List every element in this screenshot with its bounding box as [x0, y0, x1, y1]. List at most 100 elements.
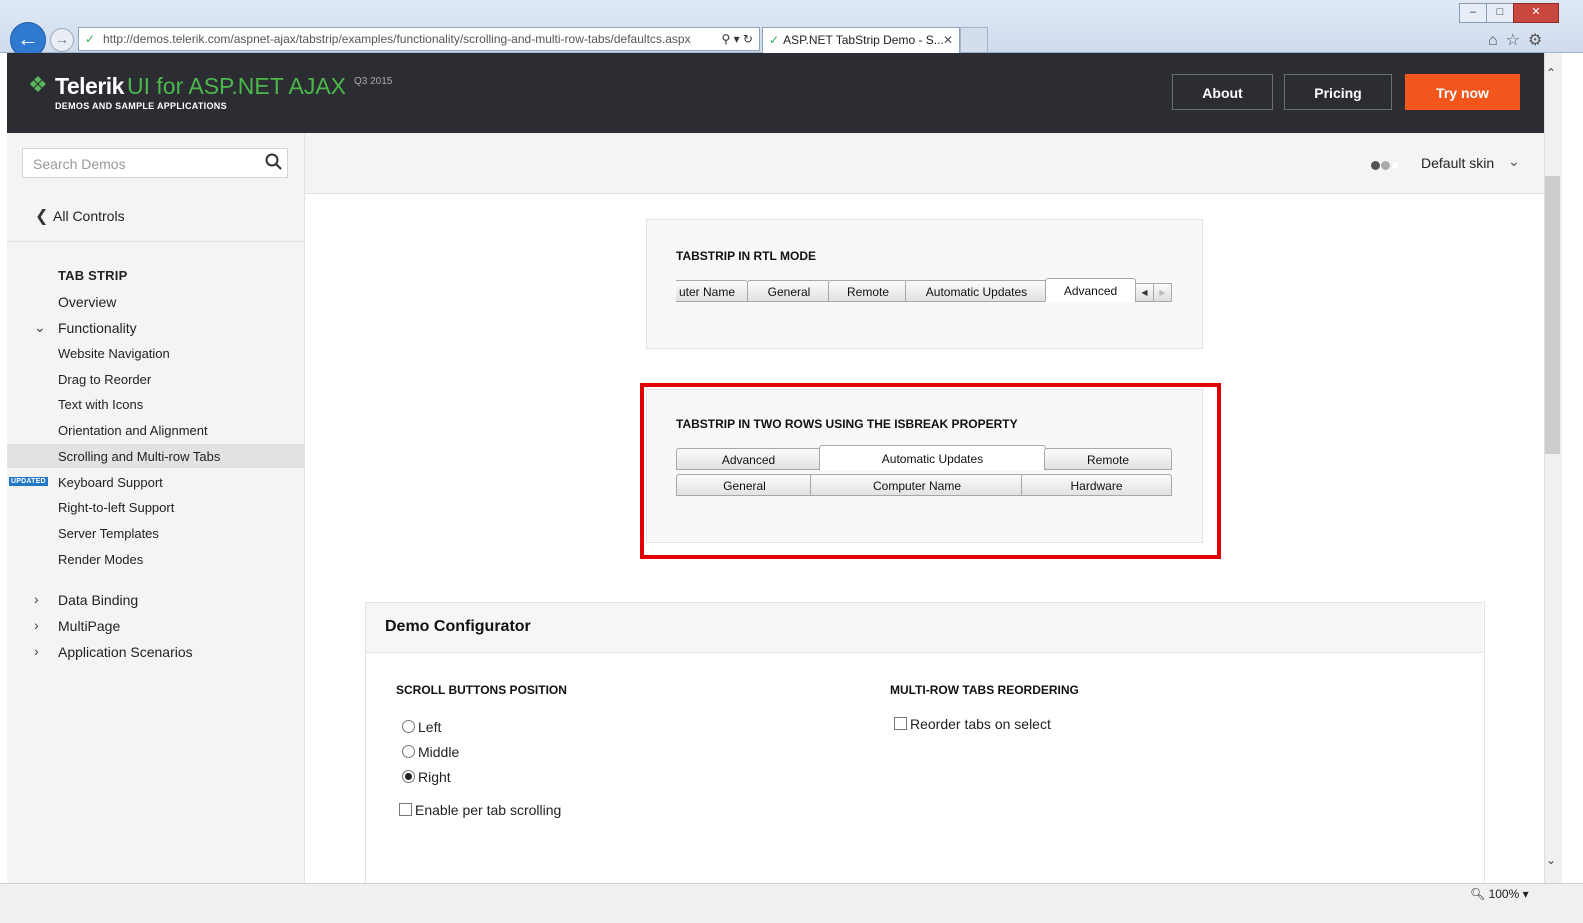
tab-label: Advanced [1063, 284, 1118, 298]
radio-right[interactable]: Right [402, 769, 451, 785]
radio-label: Middle [418, 744, 460, 760]
checkbox-icon[interactable] [399, 803, 412, 816]
tab-general[interactable]: General [676, 474, 813, 496]
sidebar-item-server-templates[interactable]: Server Templates [58, 526, 159, 541]
sidebar-item-overview[interactable]: Overview [58, 294, 116, 310]
skin-swatch-icon[interactable] [1371, 157, 1401, 175]
configurator-header [366, 603, 1483, 653]
multirow-demo-title: TABSTRIP IN TWO ROWS USING THE ISBREAK P… [676, 417, 1018, 431]
tab-general[interactable]: General [747, 280, 831, 302]
sidebar-item-orientation[interactable]: Orientation and Alignment [58, 423, 208, 438]
scrollbar-thumb[interactable] [1545, 176, 1560, 454]
scroll-left-icon[interactable]: ◀ [1135, 283, 1154, 302]
product-name[interactable]: UI for ASP.NET AJAX [127, 73, 346, 100]
site-favicon-icon: ✓ [85, 32, 96, 46]
skin-selector[interactable]: Default skin [1421, 155, 1494, 171]
search-input[interactable]: Search Demos [22, 148, 288, 178]
telerik-logo-icon[interactable]: ❖ [28, 72, 48, 98]
zoom-control[interactable]: 🔍︎ 100% ▾ [1470, 887, 1529, 901]
tab-label: Advanced [721, 453, 776, 467]
tab-favicon-icon: ✓ [769, 33, 780, 47]
radio-left[interactable]: Left [402, 719, 441, 735]
divider [7, 241, 304, 242]
tab-automatic-updates[interactable]: Automatic Updates [905, 280, 1048, 302]
chevron-right-icon[interactable]: › [34, 617, 39, 633]
gear-icon[interactable]: ⚙ [1528, 32, 1550, 49]
checkbox-label: Enable per tab scrolling [415, 802, 562, 818]
tab-computer-name[interactable]: Computer Name [810, 474, 1024, 496]
tab-label: Remote [1086, 453, 1130, 467]
all-controls-label: All Controls [53, 208, 125, 224]
browser-tools: ⌂☆⚙ [1488, 30, 1550, 50]
sidebar-item-data-binding[interactable]: Data Binding [58, 592, 138, 608]
new-tab-button[interactable] [960, 27, 988, 52]
sidebar-item-multipage[interactable]: MultiPage [58, 618, 120, 634]
radio-icon[interactable] [402, 720, 415, 733]
close-tab-icon[interactable]: ✕ [943, 28, 953, 52]
tab-remote[interactable]: Remote [1044, 448, 1172, 470]
sidebar-item-application-scenarios[interactable]: Application Scenarios [58, 644, 193, 660]
minimize-icon[interactable]: – [1459, 3, 1487, 23]
forward-button[interactable]: → [50, 28, 74, 52]
tab-label: General [723, 479, 766, 493]
sidebar-item-drag-to-reorder[interactable]: Drag to Reorder [58, 372, 151, 387]
scroll-right-icon[interactable]: ▶ [1153, 283, 1172, 302]
version-label: Q3 2015 [354, 76, 393, 87]
sidebar-item-scrolling[interactable]: Scrolling and Multi-row Tabs [58, 449, 220, 464]
tab-hardware[interactable]: Hardware [1021, 474, 1172, 496]
tab-label: Computer Name [872, 479, 962, 493]
chevron-right-icon[interactable]: › [34, 643, 39, 659]
pricing-button[interactable]: Pricing [1284, 74, 1392, 110]
checkbox-reorder-tabs[interactable]: Reorder tabs on select [894, 716, 1051, 732]
radio-label: Left [418, 719, 442, 735]
tab-advanced[interactable]: Advanced [1045, 278, 1136, 302]
configurator-title: Demo Configurator [385, 618, 531, 635]
favorites-star-icon[interactable]: ☆ [1506, 32, 1528, 49]
about-button[interactable]: About [1172, 74, 1273, 110]
section-title: TAB STRIP [58, 268, 128, 283]
radio-icon[interactable] [402, 745, 415, 758]
sidebar-item-keyboard-support[interactable]: Keyboard Support [58, 475, 163, 490]
address-bar[interactable]: ✓ http://demos.telerik.com/aspnet-ajax/ta… [78, 27, 760, 51]
brand-subtitle: DEMOS AND SAMPLE APPLICATIONS [55, 101, 227, 111]
zoom-icon: 🔍︎ [1470, 887, 1486, 901]
browser-tab-title: ASP.NET TabStrip Demo - S... [783, 33, 944, 47]
all-controls-link[interactable]: ❮ All Controls [35, 206, 125, 226]
tab-label: uter Name [678, 285, 736, 299]
tab-computer-name[interactable]: uter Name [676, 280, 748, 302]
status-bar [0, 883, 1583, 923]
chevron-right-icon[interactable]: › [34, 591, 39, 607]
radio-icon-checked[interactable] [402, 770, 415, 783]
chevron-down-icon[interactable]: ⌄ [1508, 153, 1520, 170]
address-controls-icon[interactable]: ⚲ ▾ ↻ [721, 28, 753, 50]
tab-label: Automatic Updates [925, 285, 1028, 299]
window-controls: – □ ✕ [1459, 2, 1559, 23]
search-icon[interactable] [264, 152, 284, 172]
sidebar-item-rtl-support[interactable]: Right-to-left Support [58, 500, 174, 515]
sidebar-item-functionality[interactable]: Functionality [58, 320, 137, 336]
chevron-left-icon: ❮ [35, 208, 49, 225]
checkbox-label: Reorder tabs on select [910, 716, 1051, 732]
try-now-button[interactable]: Try now [1405, 74, 1520, 110]
rtl-tabstrip: uter Name General Remote Automatic Updat… [676, 278, 1173, 302]
browser-tab[interactable]: ✓ ASP.NET TabStrip Demo - S... ✕ [762, 27, 960, 53]
sidebar-item-text-with-icons[interactable]: Text with Icons [58, 397, 143, 412]
tab-label: Automatic Updates [881, 452, 984, 466]
checkbox-per-tab-scrolling[interactable]: Enable per tab scrolling [399, 802, 561, 818]
close-window-icon[interactable]: ✕ [1513, 3, 1559, 23]
maximize-icon[interactable]: □ [1486, 3, 1514, 23]
tab-scroll-buttons: ◀ ▶ [1135, 282, 1172, 302]
radio-middle[interactable]: Middle [402, 744, 459, 760]
chevron-down-icon[interactable]: ⌄ [34, 319, 46, 336]
tab-advanced[interactable]: Advanced [676, 448, 821, 470]
home-icon[interactable]: ⌂ [1488, 32, 1506, 49]
scroll-down-icon[interactable]: ⌄ [1546, 853, 1556, 867]
sidebar-item-render-modes[interactable]: Render Modes [58, 552, 143, 567]
checkbox-icon[interactable] [894, 717, 907, 730]
scroll-up-icon[interactable]: ⌃ [1546, 66, 1556, 80]
tab-remote[interactable]: Remote [828, 280, 908, 302]
address-url: http://demos.telerik.com/aspnet-ajax/tab… [103, 32, 691, 46]
sidebar-item-website-navigation[interactable]: Website Navigation [58, 346, 170, 361]
brand-name[interactable]: Telerik [55, 73, 124, 100]
tab-automatic-updates[interactable]: Automatic Updates [819, 445, 1046, 471]
